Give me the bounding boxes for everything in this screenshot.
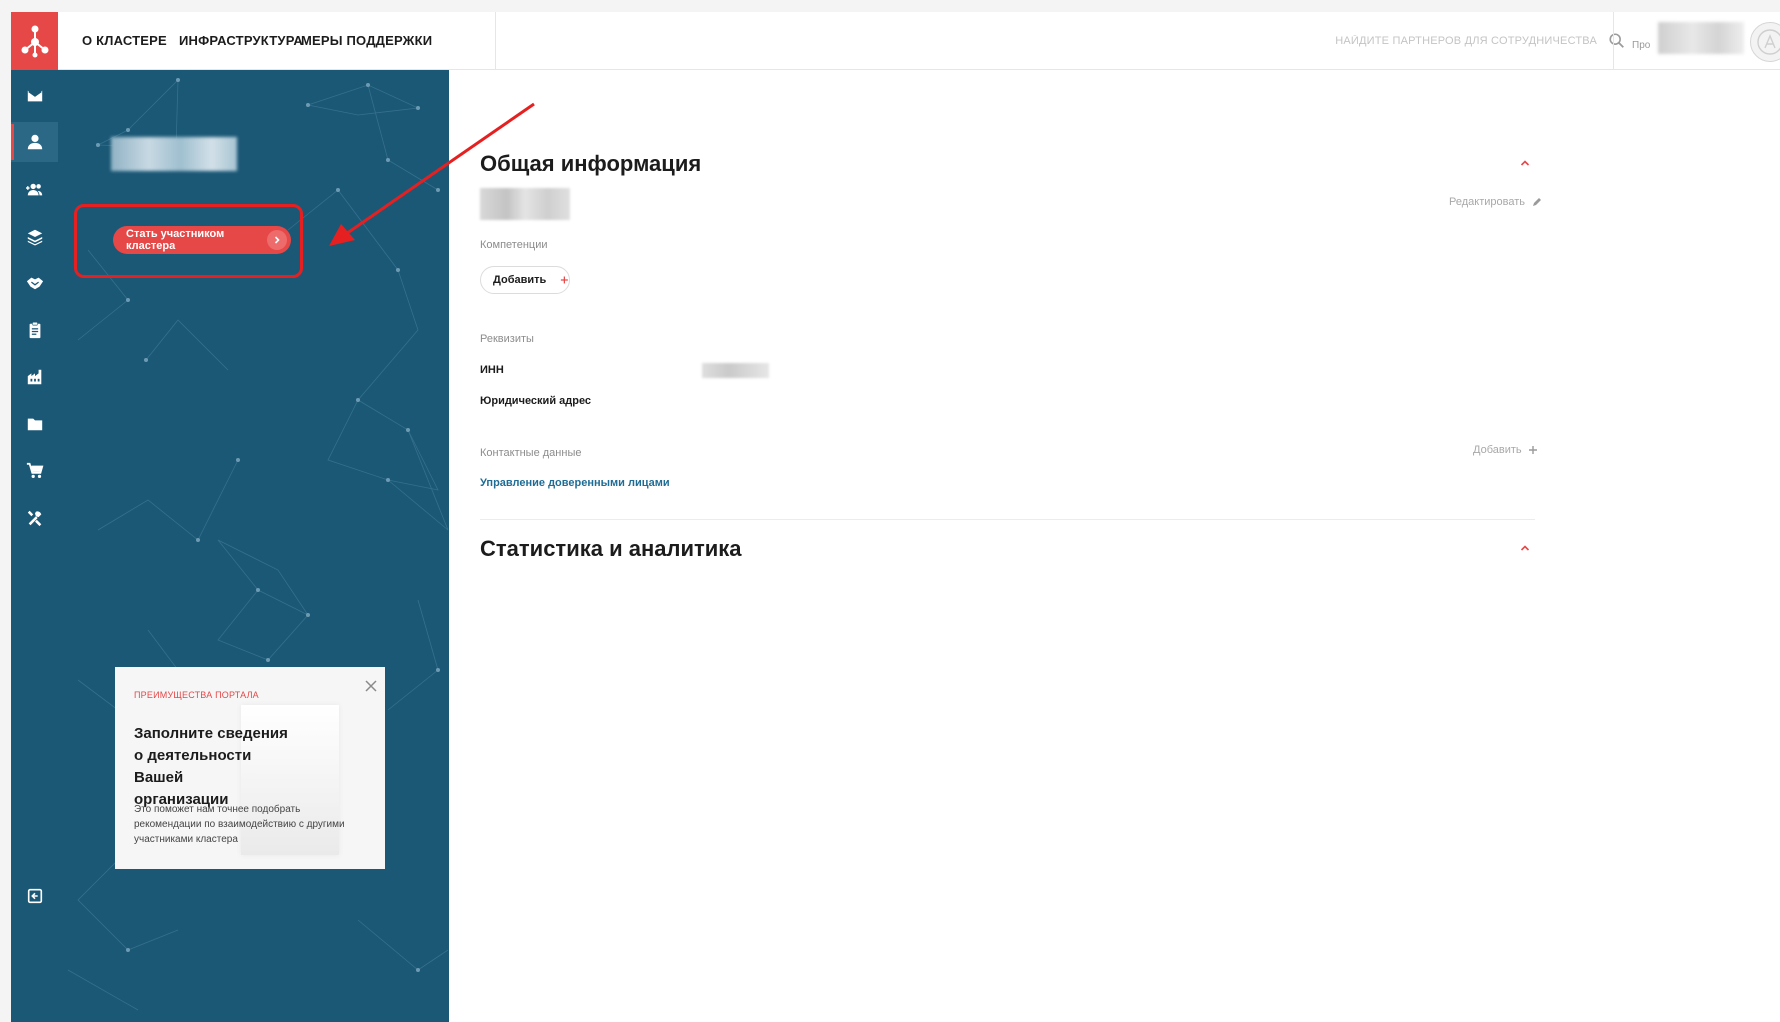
profile-label[interactable]: Про [1632,40,1650,51]
app-window: О КЛАСТЕРЕ ИНФРАСТРУКТУРА МЕРЫ ПОДДЕРЖКИ… [11,12,1780,1022]
user-icon [27,134,42,150]
legal-address-label: Юридический адрес [480,395,592,407]
nav-divider [495,12,496,70]
handshake-icon [26,277,43,290]
clipboard-icon [29,321,40,339]
mail-icon [27,90,42,102]
promo-card: ПРЕИМУЩЕСТВА ПОРТАЛА Заполните сведения … [115,667,385,869]
rail-item-documents[interactable] [11,404,58,444]
section-title-general: Общая информация [480,151,702,176]
section-title-stats: Статистика и аналитика [480,536,742,561]
promo-text-line: Это поможет нам точнее подобрать [134,804,301,815]
add-contact-button[interactable]: Добавить [1473,444,1538,456]
requisites-label: Реквизиты [480,333,534,345]
cart-icon [26,462,43,479]
rail-item-profile[interactable] [11,122,58,162]
promo-title-line: о деятельности Вашей [134,747,252,786]
main-content: Общая информация Редактировать Компетенц… [449,70,1780,1022]
top-navigation: О КЛАСТЕРЕ ИНФРАСТРУКТУРА МЕРЫ ПОДДЕРЖКИ… [58,12,1780,70]
contacts-label: Контактные данные [480,447,582,459]
users-add-icon [25,183,42,196]
section-divider [480,519,1535,520]
rail-item-partners[interactable] [11,170,58,210]
chevron-up-icon[interactable] [1518,156,1532,170]
nav-link-infrastructure[interactable]: ИНФРАСТРУКТУРА [179,33,303,48]
rail-item-marketplace[interactable] [11,451,58,491]
nav-link-about[interactable]: О КЛАСТЕРЕ [82,33,167,48]
manage-proxies-link[interactable]: Управление доверенными лицами [480,477,670,489]
promo-text-line: рекомендации по взаимодействию с другими [134,819,345,830]
search-box [1098,26,1638,56]
organization-logo-redacted [480,188,570,220]
join-cluster-button[interactable]: Стать участником кластера [113,226,291,254]
chevron-up-icon[interactable] [1518,541,1532,555]
cluster-logo[interactable] [11,12,58,70]
rail-item-infrastructure[interactable] [11,357,58,397]
profile-name-redacted[interactable] [1658,22,1744,54]
add-competence-label: Добавить [493,274,547,286]
edit-button-label: Редактировать [1449,196,1525,208]
promo-tag: ПРЕИМУЩЕСТВА ПОРТАЛА [134,690,259,700]
organization-panel: Стать участником кластера ПРЕИМУЩЕСТВА П… [58,70,449,1022]
promo-text-line: участниками кластера [134,834,238,845]
join-cluster-button-label: Стать участником кластера [126,228,225,252]
edit-button[interactable]: Редактировать [1449,196,1543,208]
promo-title: Заполните сведения о деятельности Вашей … [134,723,304,811]
layers-icon [27,229,42,246]
rail-item-requests[interactable] [11,310,58,350]
add-competence-button[interactable]: Добавить [480,266,570,294]
rail-item-logout[interactable] [11,876,58,916]
search-icon[interactable] [1608,32,1626,50]
inn-value-redacted [702,363,769,378]
nav-link-support[interactable]: МЕРЫ ПОДДЕРЖКИ [301,33,432,48]
tools-icon [27,510,41,527]
search-input[interactable] [1098,26,1603,56]
avatar[interactable] [1750,22,1780,62]
close-icon[interactable] [364,679,378,693]
promo-text: Это поможет нам точнее подобрать рекомен… [134,802,369,847]
nav-divider-right [1613,12,1614,70]
chevron-right-icon [267,230,287,250]
rail-item-layers[interactable] [11,217,58,257]
add-contact-label: Добавить [1473,444,1522,456]
plus-icon [1528,446,1537,454]
competencies-label: Компетенции [480,239,548,251]
pencil-icon [1533,198,1541,206]
user-avatar-icon [1757,29,1780,55]
folder-icon [27,418,42,431]
icon-rail [11,70,58,1022]
rail-item-cooperation[interactable] [11,263,58,303]
cluster-network-icon [21,25,48,58]
factory-icon [27,369,41,385]
logout-icon [27,888,42,904]
promo-title-line: Заполните сведения [134,725,288,742]
inn-label: ИНН [480,364,504,376]
rail-item-mail[interactable] [11,76,58,116]
organization-name-redacted [111,137,237,171]
plus-icon [561,276,569,284]
rail-item-services[interactable] [11,498,58,538]
